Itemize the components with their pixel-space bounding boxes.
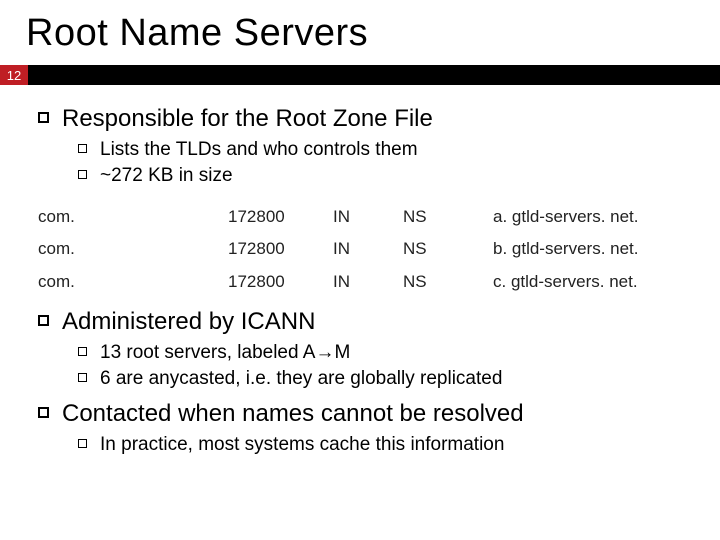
slide-title: Root Name Servers (0, 0, 720, 65)
title-band: 12 (0, 65, 720, 85)
bullet-3-sub-1: In practice, most systems cache this inf… (78, 434, 692, 456)
table-row: com. 172800 IN NS b. gtld-servers. net. (38, 233, 692, 265)
bullet-1: Responsible for the Root Zone File Lists… (38, 105, 692, 187)
bullet-1-sub-2: ~272 KB in size (78, 165, 692, 187)
bullet-2-text: Administered by ICANN (62, 308, 315, 335)
table-row: com. 172800 IN NS c. gtld-servers. net. (38, 266, 692, 298)
cell-domain: com. (38, 201, 228, 233)
bullet-3-text: Contacted when names cannot be resolved (62, 400, 524, 427)
cell-server: c. gtld-servers. net. (493, 266, 692, 298)
cell-server: a. gtld-servers. net. (493, 201, 692, 233)
page-number: 12 (0, 65, 28, 85)
bullet-2: Administered by ICANN 13 root servers, l… (38, 308, 692, 390)
cell-type: NS (403, 266, 493, 298)
bullet-2-sub-2: 6 are anycasted, i.e. they are globally … (78, 368, 692, 390)
cell-type: NS (403, 201, 493, 233)
bullet-1-text: Responsible for the Root Zone File (62, 105, 433, 132)
cell-domain: com. (38, 233, 228, 265)
cell-class: IN (333, 201, 403, 233)
cell-class: IN (333, 233, 403, 265)
cell-ttl: 172800 (228, 233, 333, 265)
cell-type: NS (403, 233, 493, 265)
bullet-1-sub-1: Lists the TLDs and who controls them (78, 139, 692, 161)
cell-server: b. gtld-servers. net. (493, 233, 692, 265)
cell-class: IN (333, 266, 403, 298)
zone-table: com. 172800 IN NS a. gtld-servers. net. … (38, 201, 692, 298)
table-row: com. 172800 IN NS a. gtld-servers. net. (38, 201, 692, 233)
slide: Root Name Servers 12 Responsible for the… (0, 0, 720, 540)
cell-ttl: 172800 (228, 266, 333, 298)
bullet-3: Contacted when names cannot be resolved … (38, 400, 692, 456)
cell-domain: com. (38, 266, 228, 298)
cell-ttl: 172800 (228, 201, 333, 233)
bullet-2-sub-1: 13 root servers, labeled A→M (78, 342, 692, 364)
slide-body: Responsible for the Root Zone File Lists… (0, 85, 720, 456)
